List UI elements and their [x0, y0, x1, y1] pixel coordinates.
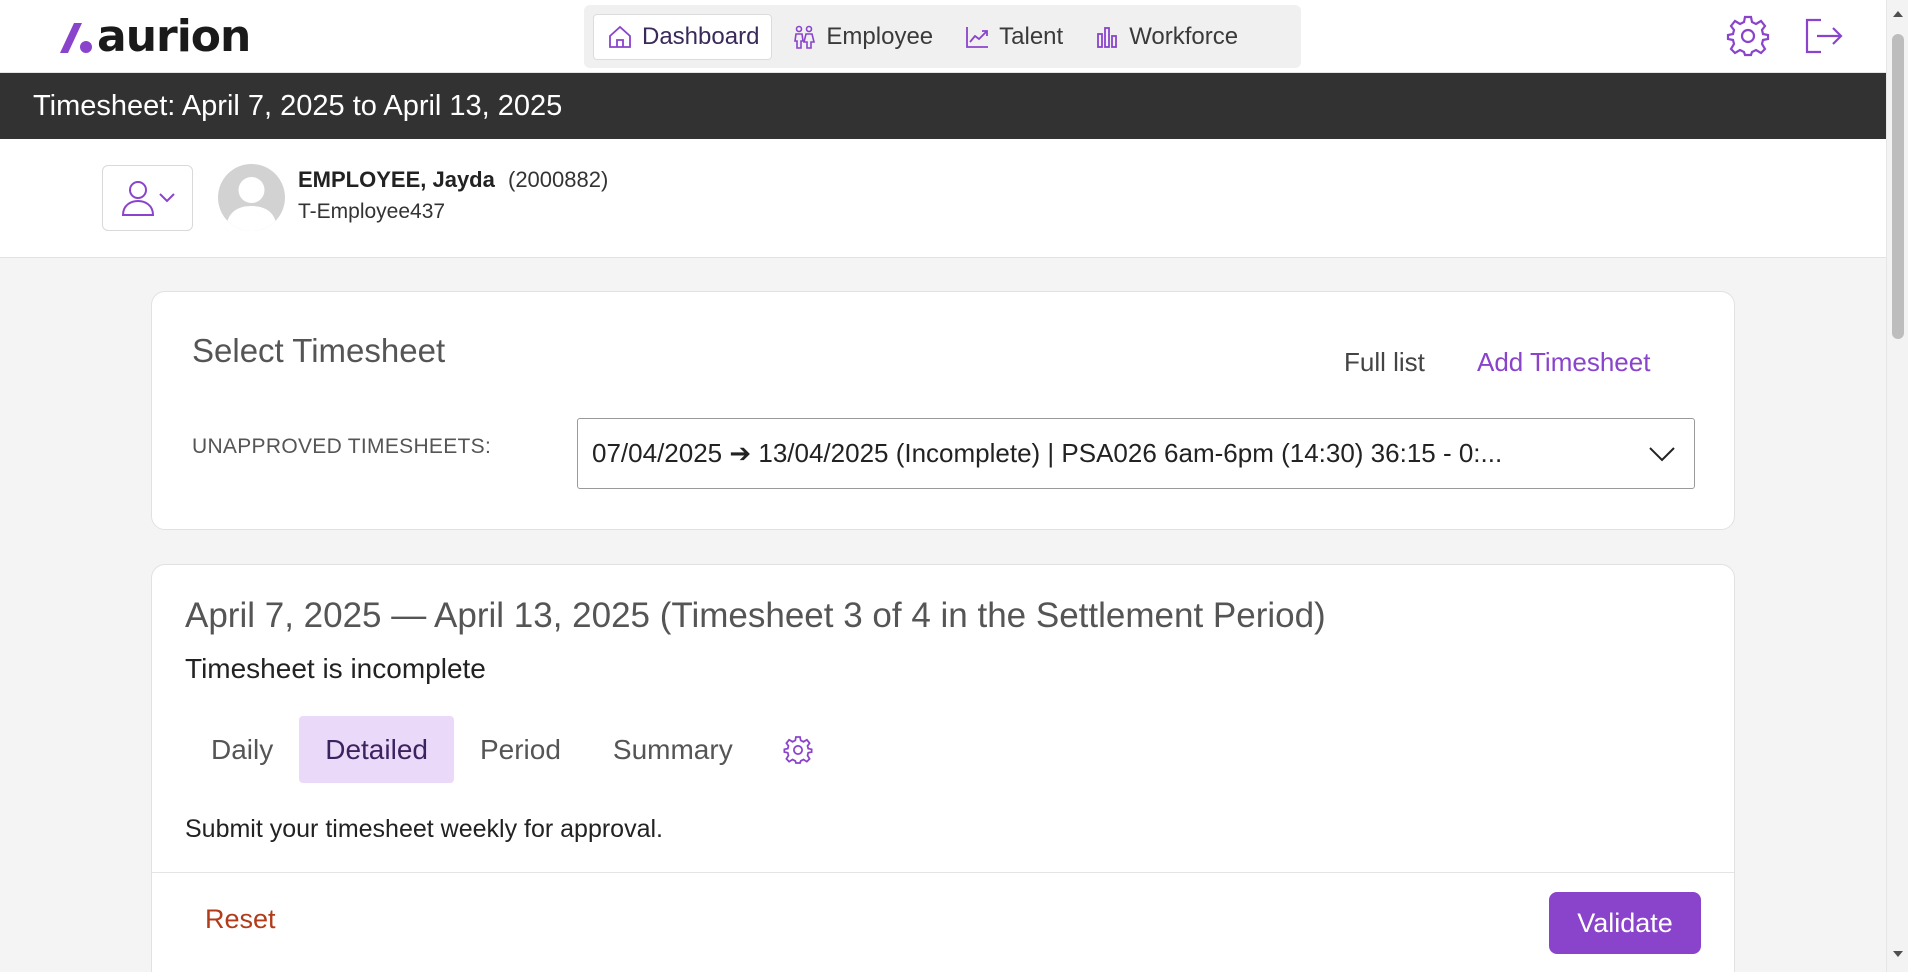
- nav-dashboard-label: Dashboard: [642, 22, 760, 50]
- nav-employee[interactable]: Employee: [778, 14, 945, 60]
- timesheet-select-value: 07/04/2025 ➔ 13/04/2025 (Incomplete) | P…: [592, 438, 1503, 468]
- scroll-up-arrow-icon[interactable]: [1892, 8, 1904, 20]
- reset-button[interactable]: Reset: [205, 904, 276, 935]
- nav-workforce[interactable]: Workforce: [1081, 14, 1250, 60]
- avatar-placeholder-icon: [226, 177, 277, 231]
- nav-talent[interactable]: Talent: [951, 14, 1075, 60]
- nav-dashboard[interactable]: Dashboard: [593, 13, 773, 60]
- timesheet-view-tabs: Daily Detailed Period Summary: [185, 716, 813, 783]
- employee-code: T-Employee437: [298, 200, 446, 223]
- avatar: [218, 164, 285, 231]
- tab-daily[interactable]: Daily: [185, 716, 299, 783]
- nav-workforce-label: Workforce: [1129, 22, 1239, 50]
- nav-employee-label: Employee: [826, 22, 934, 50]
- scrollbar-thumb[interactable]: [1892, 34, 1904, 339]
- timesheet-status: Timesheet is incomplete: [185, 653, 486, 684]
- chevron-down-icon: [158, 193, 175, 203]
- top-navigation-bar: aurion Dashboard Employee Talent Workfor…: [0, 0, 1886, 73]
- full-list-link[interactable]: Full list: [1344, 347, 1425, 378]
- home-icon: [609, 25, 631, 48]
- tab-summary[interactable]: Summary: [587, 716, 759, 783]
- aurion-logo[interactable]: aurion: [56, 11, 251, 62]
- employee-id: (2000882): [508, 167, 609, 192]
- settings-gear-icon[interactable]: [1726, 14, 1770, 58]
- view-settings-gear-icon[interactable]: [783, 735, 813, 765]
- employee-selector-button[interactable]: [102, 165, 193, 231]
- select-timesheet-card: Select Timesheet Full list Add Timesheet…: [151, 291, 1735, 530]
- main-nav: Dashboard Employee Talent Workforce: [584, 5, 1301, 68]
- timesheet-detail-card: April 7, 2025 — April 13, 2025 (Timeshee…: [151, 564, 1735, 972]
- validate-button[interactable]: Validate: [1549, 892, 1701, 954]
- employee-header: EMPLOYEE, Jayda (2000882) T-Employee437: [0, 139, 1886, 258]
- brand-name: aurion: [97, 11, 251, 62]
- user-icon: [121, 181, 154, 216]
- page-title: Timesheet: April 7, 2025 to April 13, 20…: [0, 73, 1886, 139]
- logout-icon[interactable]: [1801, 14, 1845, 58]
- bar-chart-icon: [1097, 26, 1118, 48]
- employee-name: EMPLOYEE, Jayda: [298, 167, 495, 192]
- logo-mark-icon: [60, 23, 92, 53]
- timesheet-select[interactable]: 07/04/2025 ➔ 13/04/2025 (Incomplete) | P…: [577, 418, 1695, 489]
- chevron-down-icon: [1649, 447, 1675, 462]
- page-scrollbar[interactable]: [1886, 0, 1908, 972]
- unapproved-timesheets-label: UNAPPROVED TIMESHEETS:: [192, 435, 492, 458]
- trend-chart-icon: [966, 26, 989, 48]
- tab-period[interactable]: Period: [454, 716, 587, 783]
- submit-instruction: Submit your timesheet weekly for approva…: [185, 815, 663, 843]
- scroll-down-arrow-icon[interactable]: [1892, 948, 1904, 960]
- select-timesheet-title: Select Timesheet: [192, 332, 446, 369]
- section-divider: [152, 872, 1734, 873]
- tab-detailed[interactable]: Detailed: [299, 716, 454, 783]
- people-icon: [794, 25, 816, 49]
- nav-talent-label: Talent: [999, 22, 1064, 50]
- add-timesheet-link[interactable]: Add Timesheet: [1477, 347, 1650, 378]
- timesheet-period-title: April 7, 2025 — April 13, 2025 (Timeshee…: [185, 596, 1326, 635]
